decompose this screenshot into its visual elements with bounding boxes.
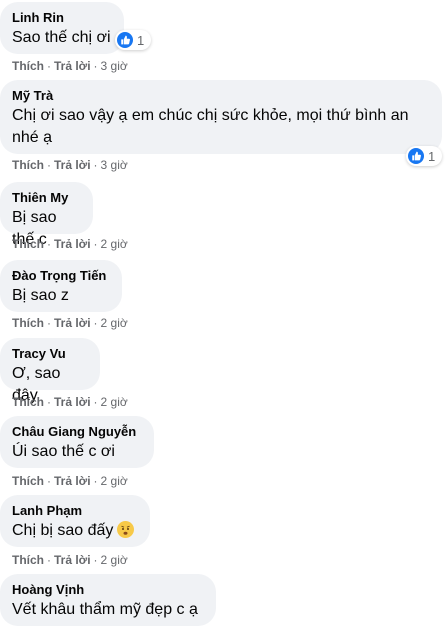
like-reaction-icon xyxy=(117,32,133,48)
reply-link[interactable]: Trả lời xyxy=(54,59,91,73)
comment-author[interactable]: Thiên My xyxy=(12,189,81,206)
comment-time[interactable]: 2 giờ xyxy=(101,237,128,251)
reply-link[interactable]: Trả lời xyxy=(54,474,91,488)
comment-text: Chị ơi sao vậy ạ em chúc chị sức khỏe, m… xyxy=(12,107,409,146)
like-link[interactable]: Thích xyxy=(12,158,44,172)
comment-text: Chị bị sao đấy xyxy=(12,520,138,542)
comment-bubble: Hoàng Vịnh Vết khâu thẩm mỹ đẹp c ạ xyxy=(0,574,216,626)
reaction-count[interactable]: 1 xyxy=(406,146,442,166)
comment-author[interactable]: Châu Giang Nguyễn xyxy=(12,423,142,440)
comment-time[interactable]: 3 giờ xyxy=(101,158,128,172)
comment-actions: Thích · Trả lời · 2 giờ xyxy=(12,474,128,488)
comment-time[interactable]: 2 giờ xyxy=(101,474,128,488)
comment-author[interactable]: Hoàng Vịnh xyxy=(12,581,204,598)
comment-text: Vết khâu thẩm mỹ đẹp c ạ xyxy=(12,601,198,618)
comment-author[interactable]: Đào Trọng Tiến xyxy=(12,267,110,284)
comment-time[interactable]: 2 giờ xyxy=(101,395,128,409)
reply-link[interactable]: Trả lời xyxy=(54,395,91,409)
comment-actions: Thích · Trả lời · 3 giờ xyxy=(12,59,128,73)
reply-link[interactable]: Trả lời xyxy=(54,237,91,251)
reaction-number: 1 xyxy=(137,32,145,48)
comment-bubble: Linh Rin Sao thế chị ơi xyxy=(0,2,124,54)
worried-face-emoji xyxy=(117,521,135,538)
comment-time[interactable]: 3 giờ xyxy=(101,59,128,73)
like-link[interactable]: Thích xyxy=(12,474,44,488)
comment-bubble: Thiên My Bị sao thế c xyxy=(0,182,93,248)
reaction-number: 1 xyxy=(428,148,436,164)
comment-bubble: Mỹ Trà Chị ơi sao vậy ạ em chúc chị sức … xyxy=(0,80,442,154)
comment-author[interactable]: Tracy Vu xyxy=(12,345,88,362)
like-link[interactable]: Thích xyxy=(12,395,44,409)
comment-actions: Thích · Trả lời · 2 giờ xyxy=(12,395,128,409)
like-link[interactable]: Thích xyxy=(12,59,44,73)
comment-actions: Thích · Trả lời · 2 giờ xyxy=(12,237,128,251)
reply-link[interactable]: Trả lời xyxy=(54,158,91,172)
comment-bubble: Lanh Phạm Chị bị sao đấy xyxy=(0,495,150,547)
comment-text: Bị sao z xyxy=(12,287,69,304)
comment-actions: Thích · Trả lời · 3 giờ xyxy=(12,158,128,172)
comment-actions: Thích · Trả lời · 2 giờ xyxy=(12,553,128,567)
comment-text: Sao thế chị ơi xyxy=(12,29,111,46)
like-link[interactable]: Thích xyxy=(12,316,44,330)
comment-time[interactable]: 2 giờ xyxy=(101,553,128,567)
comment-author[interactable]: Mỹ Trà xyxy=(12,87,430,104)
comment-bubble: Châu Giang Nguyễn Úi sao thế c ơi xyxy=(0,416,154,468)
comment-author[interactable]: Lanh Phạm xyxy=(12,502,138,519)
comment-bubble: Tracy Vu Ơ, sao đây xyxy=(0,338,100,404)
like-reaction-icon xyxy=(408,148,424,164)
comment-text: Úi sao thế c ơi xyxy=(12,443,115,460)
comment-time[interactable]: 2 giờ xyxy=(101,316,128,330)
comment-actions: Thích · Trả lời · 2 giờ xyxy=(12,316,128,330)
comment-author[interactable]: Linh Rin xyxy=(12,9,112,26)
reply-link[interactable]: Trả lời xyxy=(54,553,91,567)
comment-bubble: Đào Trọng Tiến Bị sao z xyxy=(0,260,122,312)
like-link[interactable]: Thích xyxy=(12,553,44,567)
reaction-count[interactable]: 1 xyxy=(115,30,151,50)
like-link[interactable]: Thích xyxy=(12,237,44,251)
reply-link[interactable]: Trả lời xyxy=(54,316,91,330)
